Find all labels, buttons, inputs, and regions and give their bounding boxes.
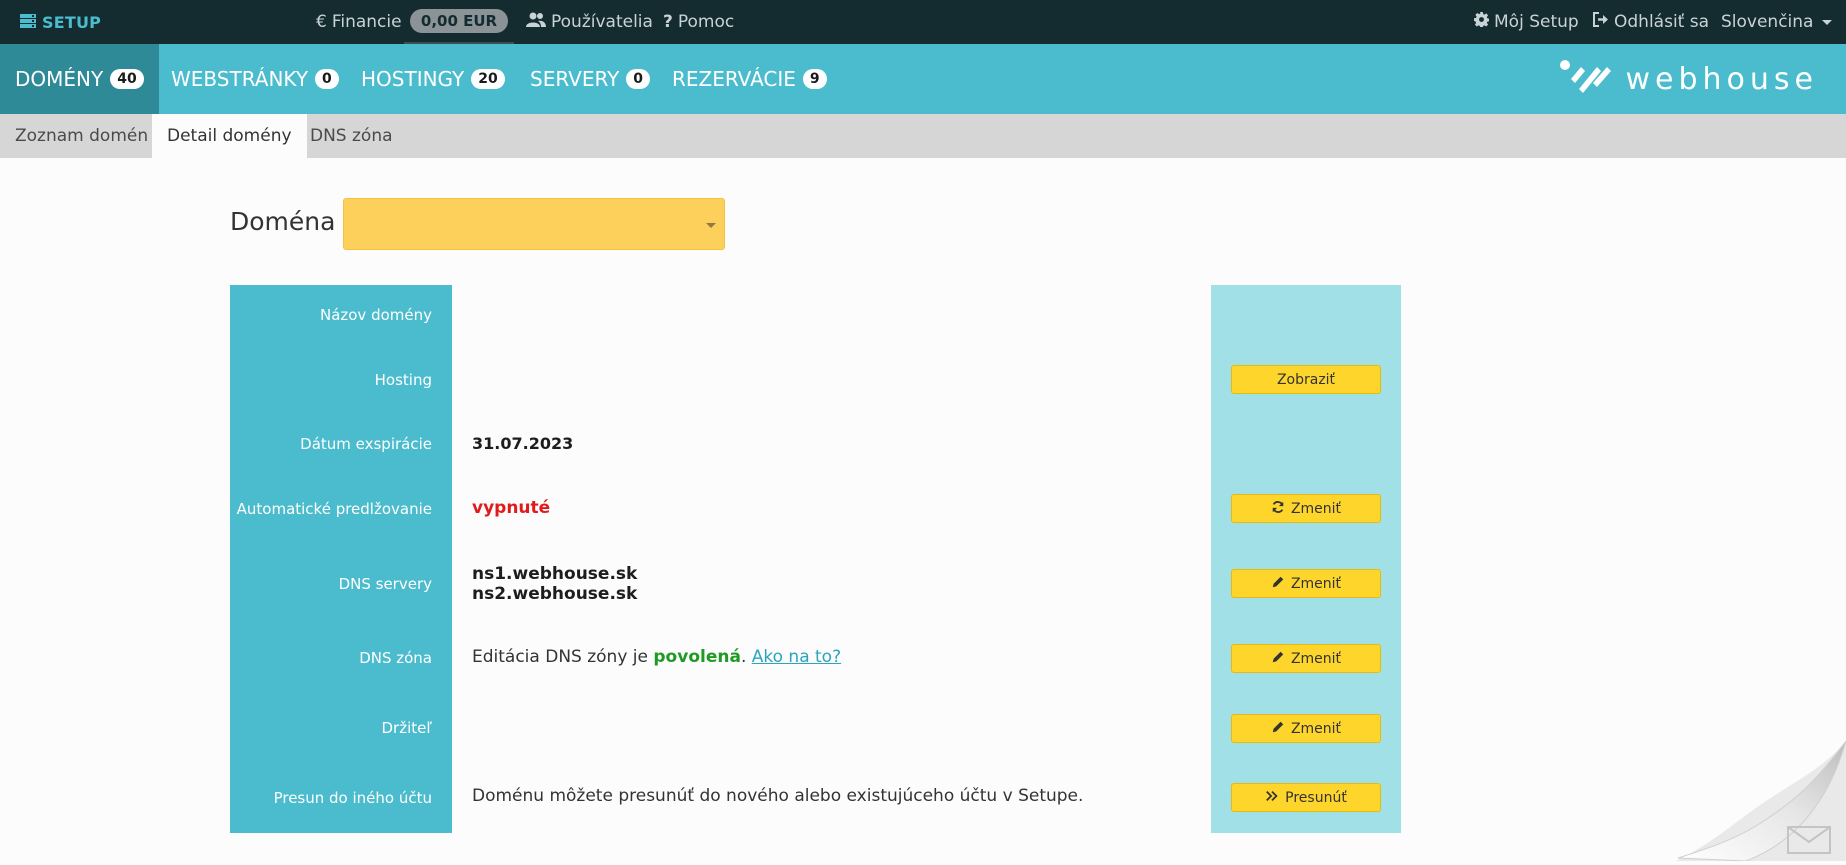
- question-icon: ?: [663, 12, 673, 32]
- logout-link[interactable]: Odhlásiť sa: [1593, 0, 1709, 44]
- refresh-icon: [1271, 500, 1285, 518]
- domain-select[interactable]: [343, 198, 725, 250]
- domain-label: Doména: [230, 207, 335, 236]
- count-badge: 0: [626, 69, 650, 89]
- tab-domeny[interactable]: DOMÉNY 40: [0, 44, 159, 114]
- users-label: Používatelia: [551, 12, 653, 32]
- server-stack-icon: [20, 13, 36, 32]
- tab-webstranky[interactable]: WEBSTRÁNKY 0: [156, 44, 354, 114]
- dns-servers-list: ns1.webhouse.sk ns2.webhouse.sk: [472, 564, 637, 604]
- button-label: Presunúť: [1285, 790, 1347, 806]
- label-transfer-account: Presun do iného účtu: [230, 789, 432, 807]
- label-domain-name: Názov domény: [230, 306, 432, 324]
- how-to-link[interactable]: Ako na to?: [752, 647, 841, 667]
- label-holder: Držiteľ: [230, 719, 432, 737]
- subtab-dns-zona[interactable]: DNS zóna: [295, 114, 408, 158]
- top-bar: SETUP € Financie 0,00 EUR Používatelia ?…: [0, 0, 1846, 44]
- double-chevron-right-icon: [1265, 789, 1279, 807]
- detail-labels-column: [230, 285, 452, 833]
- gear-icon: [1474, 12, 1489, 32]
- dns-zone-text: Editácia DNS zóny je: [472, 647, 653, 667]
- change-auto-renewal-button[interactable]: Zmeniť: [1231, 494, 1381, 523]
- change-holder-button[interactable]: Zmeniť: [1231, 714, 1381, 743]
- show-hosting-button[interactable]: Zobraziť: [1231, 365, 1381, 394]
- button-label: Zmeniť: [1291, 721, 1341, 737]
- pencil-icon: [1271, 720, 1285, 738]
- tab-rezervacie[interactable]: REZERVÁCIE 9: [657, 44, 842, 114]
- my-setup-label: Môj Setup: [1494, 12, 1579, 32]
- dns-zone-status-text: Editácia DNS zóny je povolená. Ako na to…: [472, 647, 841, 667]
- change-dns-zone-button[interactable]: Zmeniť: [1231, 644, 1381, 673]
- count-badge: 9: [803, 69, 827, 89]
- expiration-date-value: 31.07.2023: [472, 434, 573, 453]
- balance-badge: 0,00 EUR: [410, 9, 508, 33]
- count-badge: 40: [110, 69, 143, 89]
- dns-server-2: ns2.webhouse.sk: [472, 584, 637, 604]
- logout-icon: [1593, 12, 1609, 32]
- transfer-description: Doménu môžete presunúť do nového alebo e…: [472, 786, 1083, 806]
- dns-zone-status: povolená: [653, 647, 741, 667]
- tab-servery[interactable]: SERVERY 0: [515, 44, 665, 114]
- count-badge: 0: [315, 69, 339, 89]
- tab-label: WEBSTRÁNKY: [171, 67, 308, 91]
- button-label: Zmeniť: [1291, 576, 1341, 592]
- my-setup-link[interactable]: Môj Setup: [1474, 0, 1579, 44]
- help-label: Pomoc: [678, 12, 734, 32]
- button-label: Zobraziť: [1277, 372, 1335, 388]
- tab-label: HOSTINGY: [361, 67, 464, 91]
- webhouse-logo: webhouse: [1559, 59, 1818, 99]
- label-expiration-date: Dátum exspirácie: [230, 435, 432, 453]
- dns-zone-text-after: .: [741, 647, 752, 667]
- pencil-icon: [1271, 575, 1285, 593]
- button-label: Zmeniť: [1291, 651, 1341, 667]
- subtab-zoznam-domen[interactable]: Zoznam domén: [0, 114, 163, 158]
- label-hosting: Hosting: [230, 371, 432, 389]
- subtab-detail-domeny[interactable]: Detail domény: [152, 114, 307, 158]
- financie-link[interactable]: € Financie: [316, 0, 402, 44]
- tab-label: DOMÉNY: [15, 67, 103, 91]
- help-link[interactable]: ? Pomoc: [663, 0, 734, 44]
- webhouse-mark-icon: [1559, 59, 1615, 99]
- count-badge: 20: [471, 69, 504, 89]
- financie-label: Financie: [332, 12, 402, 32]
- label-dns-servers: DNS servery: [230, 575, 432, 593]
- feedback-page-curl[interactable]: [1676, 741, 1846, 861]
- label-auto-renewal: Automatické predlžovanie: [230, 500, 432, 518]
- auto-renewal-status: vypnuté: [472, 498, 550, 518]
- balance-indicator[interactable]: 0,00 EUR: [404, 0, 514, 44]
- button-label: Zmeniť: [1291, 501, 1341, 517]
- label-dns-zone: DNS zóna: [230, 649, 432, 667]
- pencil-icon: [1271, 650, 1285, 668]
- language-dropdown[interactable]: Slovenčina: [1721, 0, 1832, 44]
- caret-down-icon: [706, 223, 716, 228]
- setup-home-link[interactable]: SETUP: [20, 0, 101, 44]
- setup-logo-label: SETUP: [42, 13, 101, 32]
- caret-down-icon: [1822, 20, 1832, 25]
- sub-nav: Zoznam domén Detail domény DNS zóna: [0, 114, 1846, 158]
- euro-icon: €: [316, 12, 327, 32]
- transfer-button[interactable]: Presunúť: [1231, 783, 1381, 812]
- brand-wordmark: webhouse: [1625, 62, 1818, 97]
- tab-label: SERVERY: [530, 67, 619, 91]
- language-label: Slovenčina: [1721, 12, 1813, 32]
- logout-label: Odhlásiť sa: [1614, 12, 1709, 32]
- users-link[interactable]: Používatelia: [526, 0, 653, 44]
- dns-server-1: ns1.webhouse.sk: [472, 564, 637, 584]
- tab-label: REZERVÁCIE: [672, 67, 796, 91]
- users-icon: [526, 12, 546, 32]
- change-dns-servers-button[interactable]: Zmeniť: [1231, 569, 1381, 598]
- tab-hostingy[interactable]: HOSTINGY 20: [346, 44, 520, 114]
